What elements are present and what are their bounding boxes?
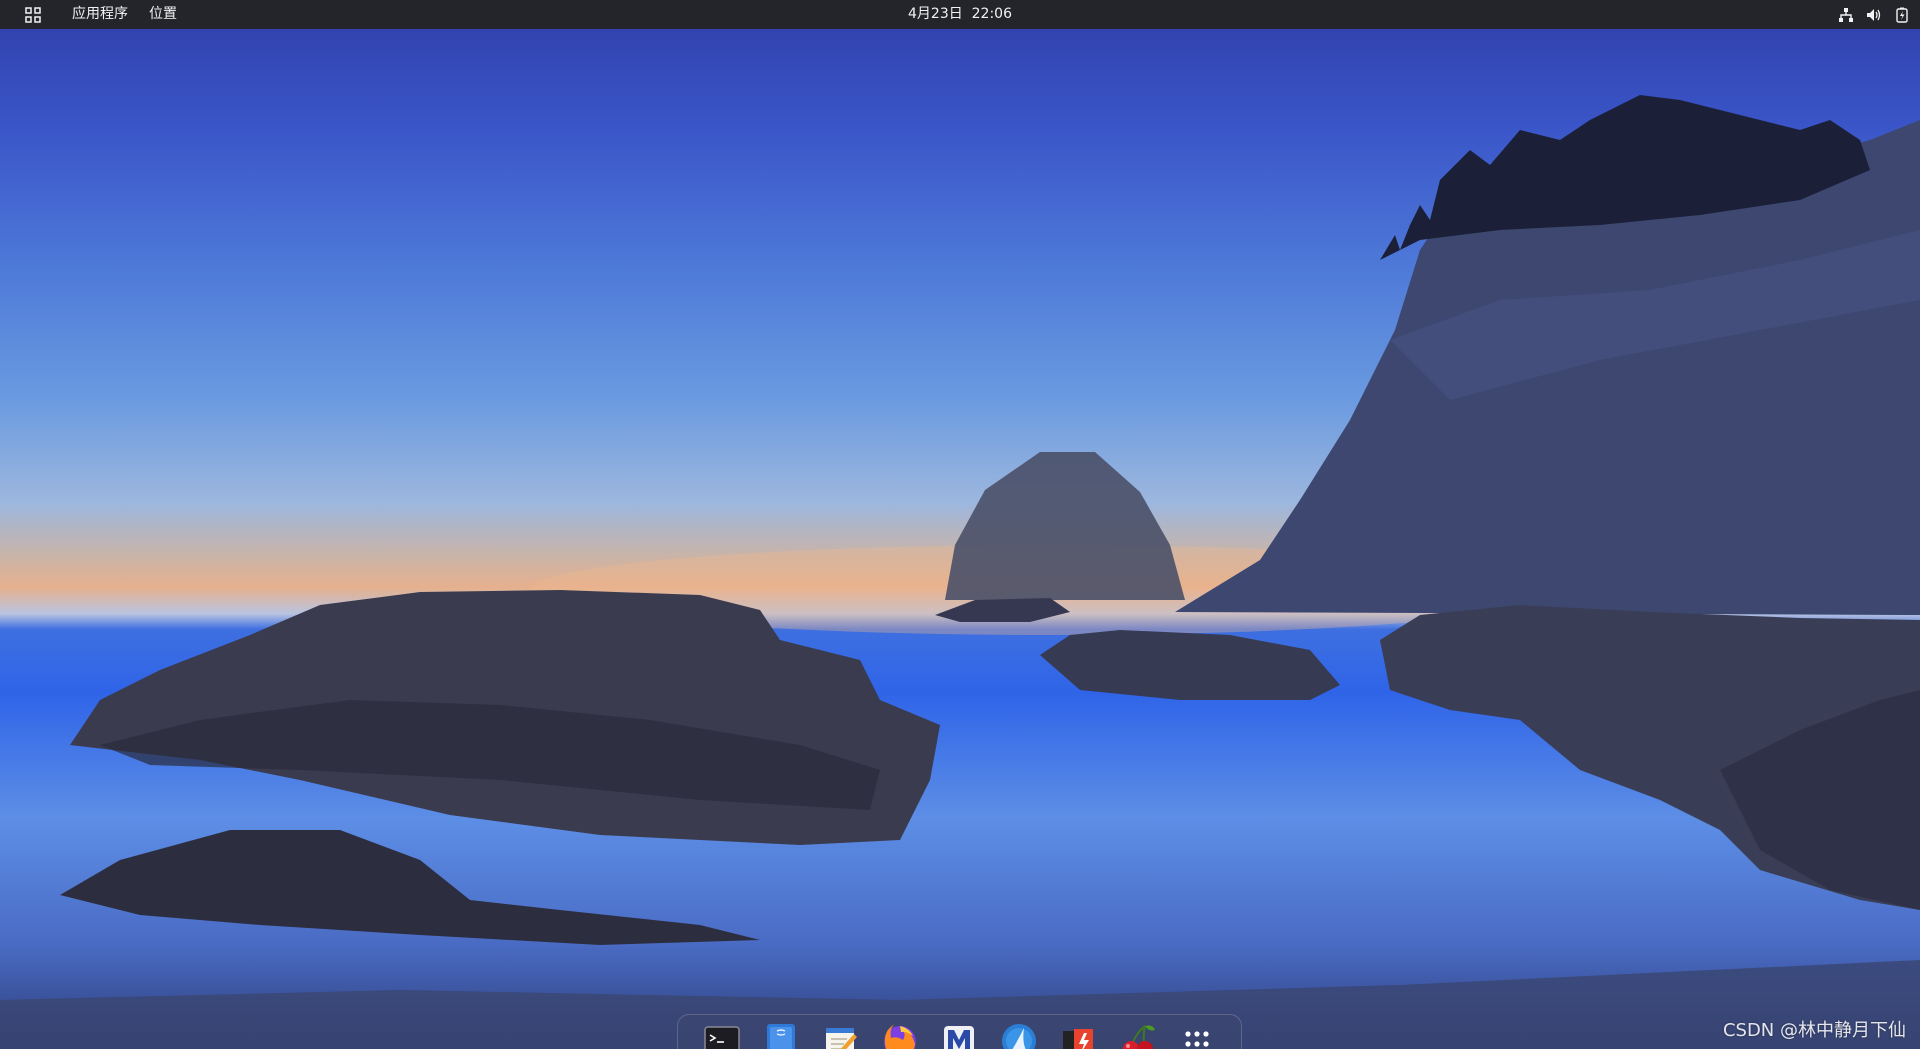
terminal-icon — [703, 1026, 740, 1049]
text-editor-app[interactable] — [761, 1021, 801, 1049]
app-grid-icon — [25, 6, 41, 23]
cherry-icon — [1122, 1025, 1155, 1049]
trees — [1380, 95, 1870, 260]
app-grid-icon — [1185, 1031, 1209, 1047]
top-bar: 应用程序 位置 4月23日 22:06 — [0, 0, 1920, 29]
wallpaper — [0, 95, 1920, 1049]
system-tray[interactable] — [1838, 0, 1910, 29]
watermark: CSDN @林中静月下仙 — [1722, 1020, 1906, 1041]
m-app-icon — [944, 1026, 975, 1049]
clock-label[interactable]: 4月23日 22:06 — [908, 6, 1012, 22]
volume-icon[interactable] — [1866, 7, 1882, 23]
cherry-app[interactable] — [1118, 1021, 1158, 1049]
desktop: 应用程序 位置 4月23日 22:06 CSDN @林中静月下仙 — [0, 0, 1920, 1049]
places-menu[interactable]: 位置 — [149, 0, 177, 29]
browser-icon — [1001, 1024, 1036, 1049]
dock — [677, 1014, 1242, 1049]
network-icon[interactable] — [1838, 7, 1854, 23]
haystack-rock — [945, 452, 1185, 600]
text-editor-icon — [767, 1024, 796, 1049]
show-applications-button[interactable] — [1177, 1021, 1217, 1049]
notes-icon — [825, 1028, 857, 1049]
clock: 4月23日 22:06 — [0, 0, 1920, 29]
notes-app[interactable] — [821, 1021, 861, 1049]
cliff — [1175, 120, 1920, 615]
browser-app[interactable] — [999, 1021, 1039, 1049]
firefox-app[interactable] — [880, 1021, 920, 1049]
rock-left — [70, 590, 940, 845]
app-store-icon — [1063, 1029, 1094, 1049]
battery-icon[interactable] — [1894, 7, 1910, 23]
terminal-app[interactable] — [702, 1021, 742, 1049]
activities-button[interactable] — [20, 0, 46, 29]
m-app[interactable] — [939, 1021, 979, 1049]
app-store-app[interactable] — [1058, 1021, 1098, 1049]
applications-menu[interactable]: 应用程序 — [72, 0, 128, 29]
firefox-icon — [884, 1024, 917, 1049]
